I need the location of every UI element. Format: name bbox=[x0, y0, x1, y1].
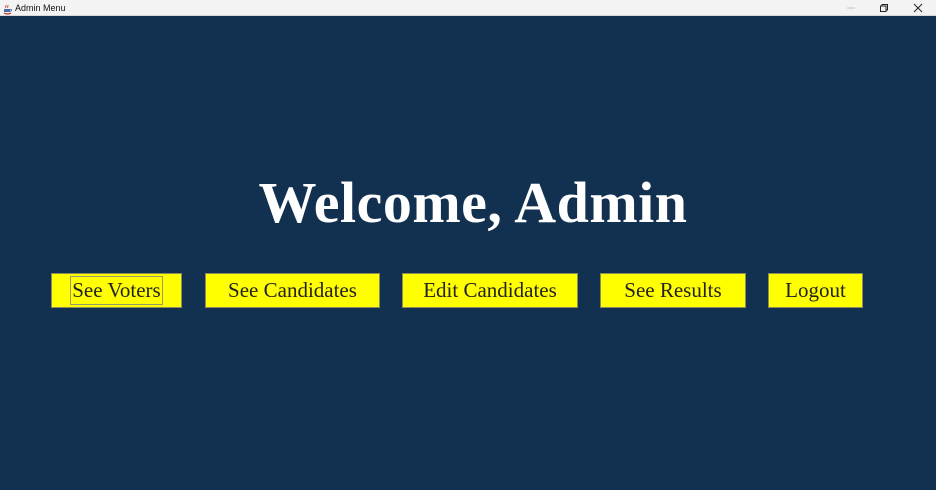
restore-button[interactable] bbox=[869, 0, 899, 16]
close-icon bbox=[913, 3, 923, 13]
see-voters-button[interactable]: See Voters bbox=[51, 273, 182, 308]
welcome-heading: Welcome, Admin bbox=[258, 170, 688, 235]
see-voters-label: See Voters bbox=[70, 276, 163, 305]
java-app-icon bbox=[2, 2, 13, 15]
main-panel: Welcome, Admin See Voters See Candidates… bbox=[0, 16, 936, 490]
edit-candidates-label: Edit Candidates bbox=[423, 278, 557, 302]
window-titlebar: Admin Menu bbox=[0, 0, 936, 16]
minimize-icon bbox=[846, 3, 856, 13]
see-results-button[interactable]: See Results bbox=[600, 273, 746, 308]
logout-button[interactable]: Logout bbox=[768, 273, 863, 308]
minimize-button[interactable] bbox=[836, 0, 866, 16]
see-results-label: See Results bbox=[624, 278, 722, 302]
edit-candidates-button[interactable]: Edit Candidates bbox=[402, 273, 578, 308]
see-candidates-label: See Candidates bbox=[228, 278, 357, 302]
see-candidates-button[interactable]: See Candidates bbox=[205, 273, 380, 308]
window-title: Admin Menu bbox=[15, 3, 66, 13]
close-button[interactable] bbox=[903, 0, 933, 16]
restore-icon bbox=[879, 3, 889, 13]
logout-label: Logout bbox=[785, 278, 846, 302]
